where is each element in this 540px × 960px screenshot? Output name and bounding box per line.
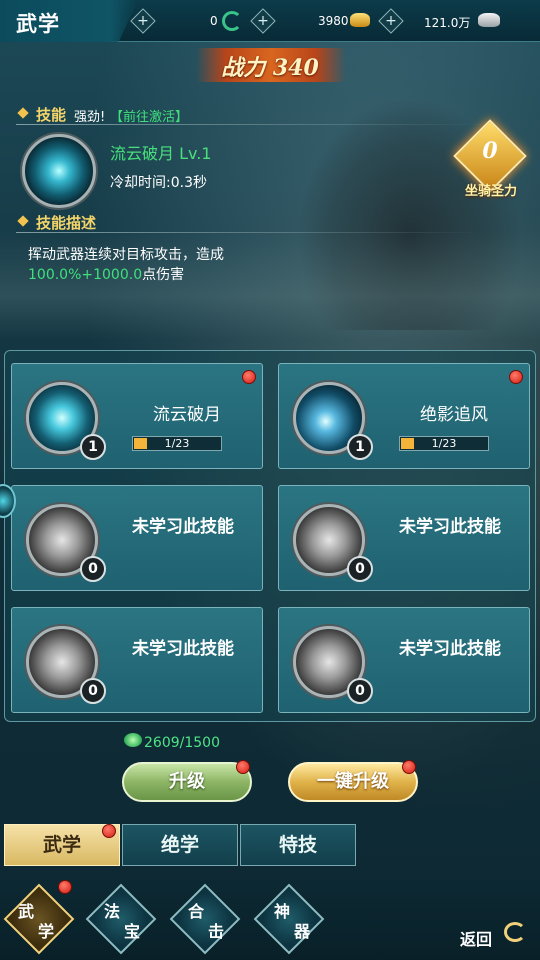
skill-progress-bar: 1/23 [399,436,489,451]
back-button[interactable]: 返回 [460,926,492,950]
upgrade-button[interactable]: 升级 [122,762,252,802]
alert-dot [58,880,72,894]
damage-value: 100.0%+1000.0 [28,267,143,283]
skill-level-badge: 0 [80,678,106,704]
skill-level-badge: 0 [80,556,106,582]
skill-cooldown: 冷却时间:0.3秒 [110,175,207,191]
skill-card-name: 未学习此技能 [132,517,234,537]
damage-suffix: 点伤害 [142,267,185,283]
nav-shenqi-char-2: 器 [294,922,311,941]
skill-progress-text: 1/23 [164,437,190,450]
skill-level-badge: 1 [80,434,106,460]
add-silver-button[interactable]: + [378,8,404,34]
one-click-upgrade-button[interactable]: 一键升级 [288,762,418,802]
nav-wuxue-char-2: 学 [38,922,55,941]
divider [16,124,486,125]
alert-dot [509,370,523,384]
skill-level-badge: 1 [347,434,373,460]
alert-dot [236,760,250,774]
top-bar: 武学 + 0 + 3980 + 121.0万 [0,0,540,42]
jade-amount: 0 [210,14,218,28]
skill-progress-bar: 1/23 [132,436,222,451]
tab-teji[interactable]: 特技 [240,824,356,866]
skill-card[interactable]: 0 未学习此技能 [11,485,263,591]
skill-card[interactable]: 0 未学习此技能 [11,607,263,713]
skill-card-name: 绝影追风 [420,405,488,425]
add-jade-button[interactable]: + [130,8,156,34]
skills-grid-panel: 1 流云破月 1/23 1 绝影追风 1/23 0 未学习此技能 0 未学习此技… [4,350,536,722]
selected-skill-name: 流云破月 Lv.1 [110,144,212,163]
description-line-1: 挥动武器连续对目标攻击，造成 [28,247,224,263]
description-label: 技能描述 [36,214,97,232]
skill-card-name: 流云破月 [153,405,221,425]
add-gold-button[interactable]: + [250,8,276,34]
description-line-2: 100.0%+1000.0点伤害 [28,264,184,284]
skill-card[interactable]: 0 未学习此技能 [278,607,530,713]
skill-card[interactable]: 0 未学习此技能 [278,485,530,591]
mount-power-label: 坐骑圣力 [464,184,517,199]
gold-amount: 3980 [318,14,349,28]
skill-progress-text: 1/23 [431,437,457,450]
selected-skill-icon [22,134,96,208]
skill-status-text: 强劲! [74,110,106,125]
nav-fabao-char-1: 法 [104,902,121,921]
exp-orb-icon [124,733,142,747]
gold-ingot-icon [350,13,370,27]
skill-card[interactable]: 1 流云破月 1/23 [11,363,263,469]
bullet-icon [17,107,29,119]
skill-card-name: 未学习此技能 [399,639,501,659]
skill-level-badge: 0 [347,556,373,582]
game-screen: 武学 + 0 + 3980 + 121.0万 战力 340 技能 强劲! 【前往… [0,0,540,960]
mount-power-value: 0 [482,138,498,164]
nav-fabao-char-2: 宝 [124,922,141,941]
back-arrow-icon[interactable] [504,922,526,942]
nav-wuxue-char-1: 武 [18,902,35,921]
skill-card-name: 未学习此技能 [132,639,234,659]
jade-icon [222,11,242,31]
silver-amount: 121.0万 [424,16,471,30]
skill-card-name: 未学习此技能 [399,517,501,537]
nav-heji-char-2: 击 [208,922,225,941]
page-title: 武学 [16,12,60,36]
activate-link[interactable]: 【前往激活】 [110,106,188,125]
nav-shenqi-char-1: 神 [274,902,291,921]
alert-dot [402,760,416,774]
exp-amount: 2609/1500 [144,735,220,751]
skill-card[interactable]: 1 绝影追风 1/23 [278,363,530,469]
skill-level-badge: 0 [347,678,373,704]
combat-power: 战力 340 [221,55,319,81]
divider [16,232,486,233]
nav-heji-char-1: 合 [188,902,205,921]
silver-ingot-icon [478,13,500,27]
tab-juexue[interactable]: 绝学 [122,824,238,866]
alert-dot [102,824,116,838]
skill-section-label: 技能 [36,106,67,124]
alert-dot [242,370,256,384]
bullet-icon [17,215,29,227]
